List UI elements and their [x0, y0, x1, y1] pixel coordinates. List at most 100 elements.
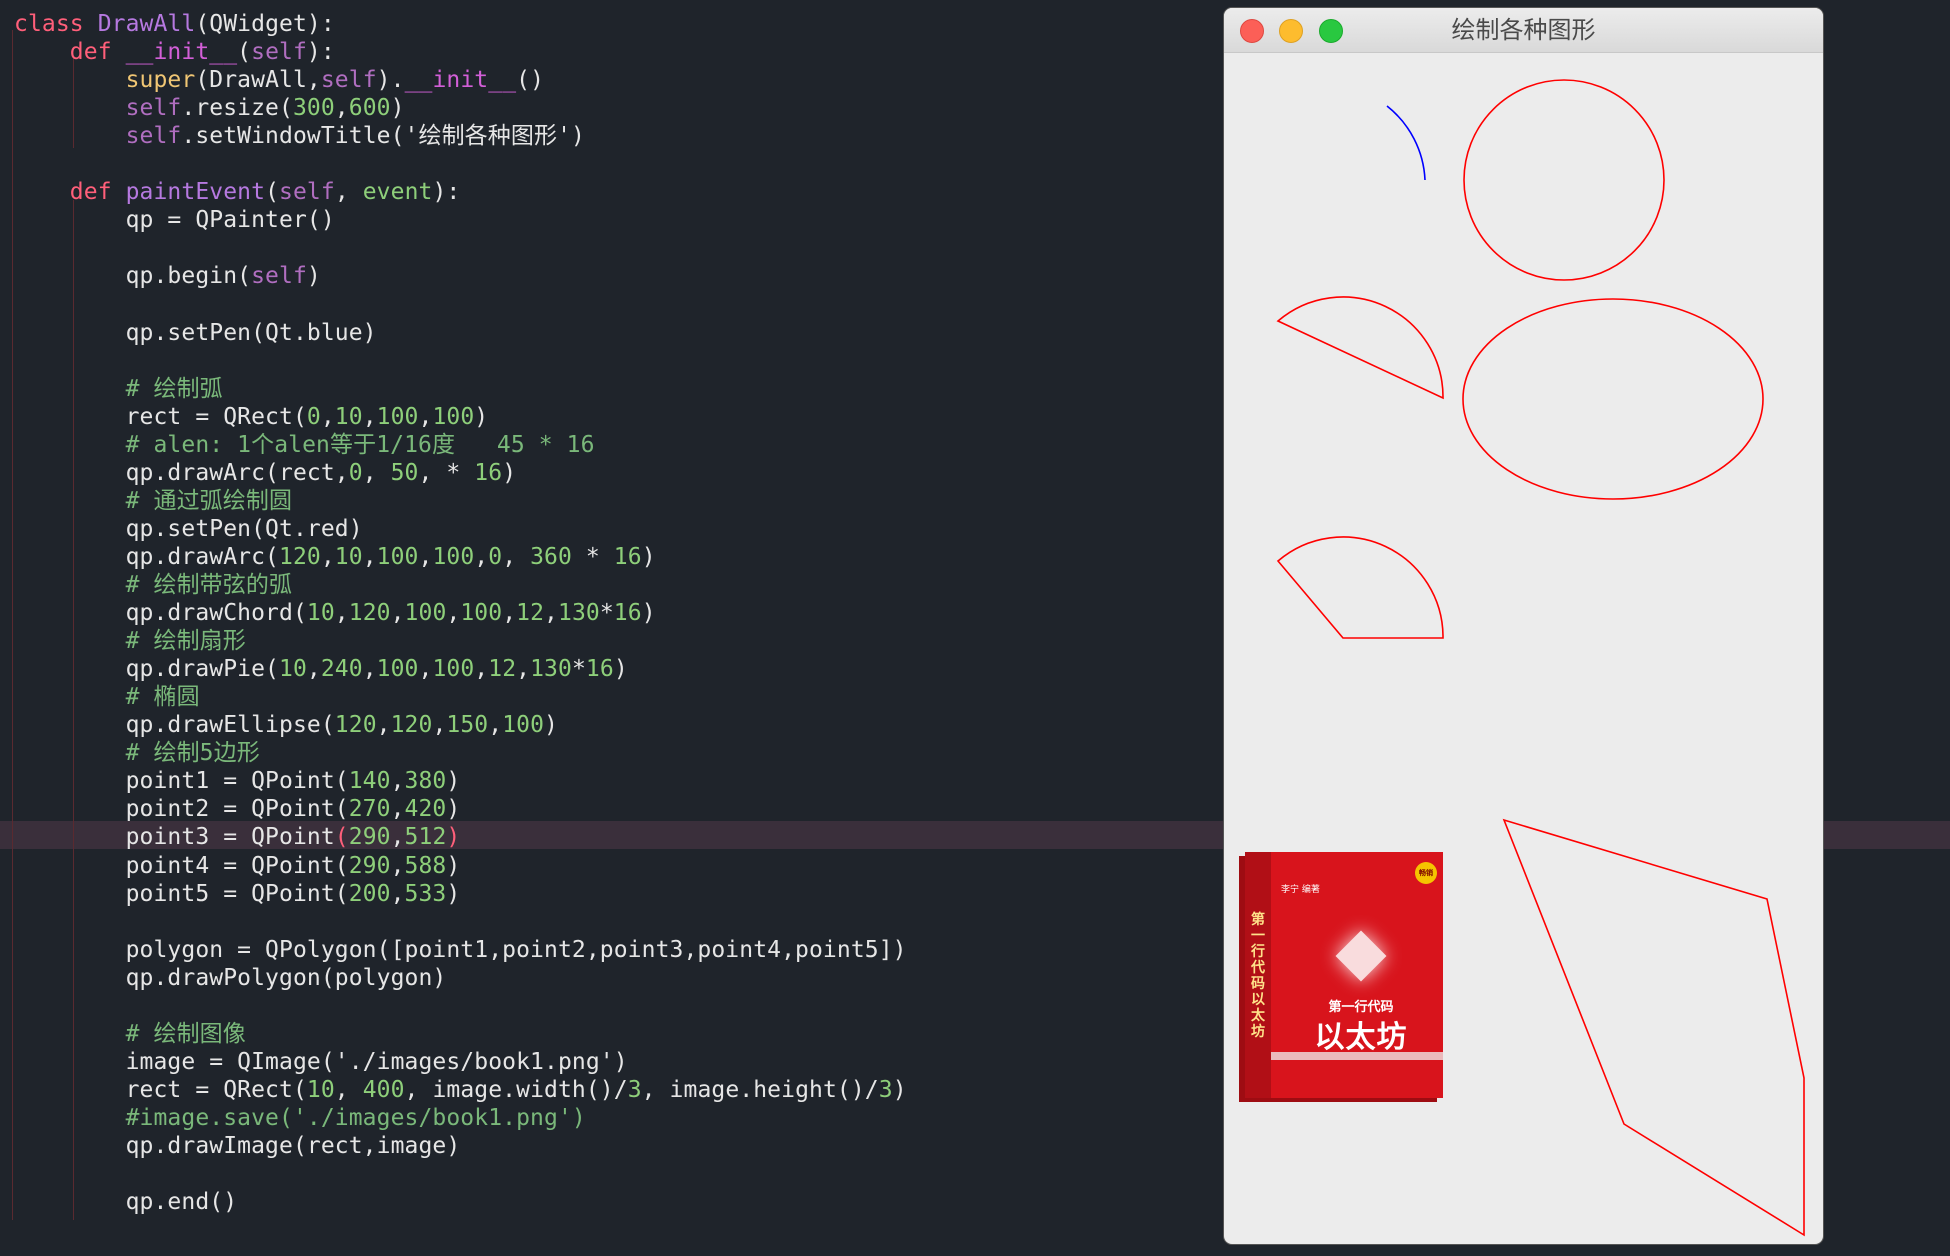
code-line[interactable]: point1 = QPoint(140,380): [14, 767, 461, 795]
code-line[interactable]: # 绘制图像: [14, 1020, 246, 1048]
code-token: ,: [334, 95, 349, 122]
code-token: qp.setPen(Qt.red): [14, 515, 363, 542]
code-line[interactable]: # 绘制弧: [14, 375, 223, 403]
code-token: ,: [502, 600, 517, 627]
code-line[interactable]: qp.end(): [14, 1188, 237, 1216]
code-token: ,: [390, 600, 405, 627]
code-token: self: [251, 39, 307, 66]
code-token: 200: [348, 880, 391, 907]
code-token: __init__: [404, 67, 517, 94]
code-line[interactable]: image = QImage('./images/book1.png'): [14, 1048, 628, 1076]
code-line[interactable]: qp.setPen(Qt.blue): [14, 319, 377, 347]
code-line[interactable]: self.resize(300,600): [14, 94, 405, 122]
code-token: ,: [390, 852, 405, 879]
code-token: # 绘制扇形: [125, 628, 246, 655]
code-token: ,: [334, 600, 349, 627]
code-token: ,: [362, 403, 377, 430]
code-token: ,: [362, 543, 377, 570]
code-line[interactable]: point4 = QPoint(290,588): [14, 852, 461, 880]
code-token: 50: [390, 459, 419, 486]
blue-arc: [1386, 105, 1426, 181]
code-token: ):: [306, 39, 335, 66]
code-line[interactable]: qp.drawEllipse(120,120,150,100): [14, 711, 558, 739]
code-line[interactable]: qp.begin(self): [14, 262, 321, 290]
code-token: class: [14, 11, 84, 37]
code-token: ,: [488, 712, 503, 739]
code-token: (: [237, 39, 252, 66]
code-line[interactable]: def paintEvent(self, event):: [14, 178, 460, 206]
code-token: 0: [348, 459, 363, 486]
code-token: qp.drawArc(rect,: [14, 459, 349, 486]
code-token: ): [306, 263, 321, 290]
window-titlebar[interactable]: 绘制各种图形: [1224, 8, 1823, 53]
code-token: , image.width()/: [404, 1076, 628, 1103]
code-line[interactable]: # 绘制5边形: [14, 739, 260, 767]
code-line[interactable]: # 绘制扇形: [14, 627, 246, 655]
code-line[interactable]: qp.drawImage(rect,image): [14, 1132, 461, 1160]
code-token: paintEvent: [125, 179, 266, 206]
code-line[interactable]: qp.drawPie(10,240,100,100,12,130*16): [14, 655, 628, 683]
code-token: # 绘制弧: [125, 375, 223, 402]
code-token: polygon = QPolygon([point1,point2,point3…: [14, 936, 907, 963]
code-token: ,: [362, 656, 377, 683]
code-line[interactable]: point2 = QPoint(270,420): [14, 795, 461, 823]
code-token: def: [69, 179, 112, 206]
code-token: qp.drawImage(rect,image): [14, 1133, 461, 1159]
code-line[interactable]: # 绘制带弦的弧: [14, 571, 292, 599]
code-token: 16: [474, 459, 503, 486]
code-line[interactable]: qp.drawArc(rect,0, 50, * 16): [14, 459, 516, 487]
code-token: # 椭圆: [125, 684, 200, 711]
code-line[interactable]: point3 = QPoint(290,512): [14, 823, 461, 851]
code-token: qp.drawPolygon(polygon): [14, 964, 447, 991]
code-line[interactable]: # 椭圆: [14, 683, 200, 711]
code-token: 120: [334, 712, 377, 739]
code-token: # 通过弧绘制圆: [125, 487, 293, 514]
code-line[interactable]: polygon = QPolygon([point1,point2,point3…: [14, 936, 907, 964]
code-token: qp.drawEllipse(: [14, 712, 335, 739]
code-token: self: [125, 95, 182, 122]
code-token: 240: [320, 656, 363, 683]
red-pentagon: [1502, 818, 1805, 1237]
ethereum-diamond-icon: [1335, 930, 1387, 982]
code-token: ,: [362, 459, 391, 486]
code-token: ): [641, 543, 656, 570]
code-line[interactable]: # alen: 1个alen等于1/16度 45 * 16: [14, 431, 595, 459]
code-line[interactable]: qp = QPainter(): [14, 206, 335, 234]
code-line[interactable]: rect = QRect(0,10,100,100): [14, 403, 489, 431]
code-line[interactable]: qp.drawPolygon(polygon): [14, 964, 447, 992]
book-badge: 畅销: [1415, 862, 1437, 884]
code-token: point4 = QPoint(: [14, 852, 349, 879]
code-token: DrawAll: [97, 11, 196, 37]
code-line[interactable]: super(DrawAll,self).__init__(): [14, 66, 544, 94]
code-line[interactable]: qp.setPen(Qt.red): [14, 515, 363, 543]
code-line[interactable]: self.setWindowTitle('绘制各种图形'): [14, 122, 585, 150]
code-line[interactable]: point5 = QPoint(200,533): [14, 880, 461, 908]
qt-window[interactable]: 绘制各种图形 第一行代码以太坊 李宁 编著 畅销 第一行代码 以太坊: [1224, 8, 1823, 1244]
code-token: self: [320, 67, 377, 94]
code-line[interactable]: #image.save('./images/book1.png'): [14, 1104, 586, 1132]
code-line[interactable]: rect = QRect(10, 400, image.width()/3, i…: [14, 1076, 907, 1104]
code-line[interactable]: class DrawAll(QWidget):: [14, 10, 335, 38]
code-line[interactable]: qp.drawArc(120,10,100,100,0, 360 * 16): [14, 543, 656, 571]
book-spine-text: 第一行代码以太坊: [1251, 912, 1265, 1040]
code-token: 0: [306, 403, 321, 430]
red-ellipse: [1462, 298, 1764, 500]
code-token: 290: [348, 852, 391, 879]
code-token: (: [265, 179, 280, 206]
code-token: ,: [390, 768, 405, 795]
code-token: ,: [306, 656, 321, 683]
code-token: ,: [446, 600, 461, 627]
code-token: ,: [390, 880, 405, 907]
code-line[interactable]: def __init__(self):: [14, 38, 335, 66]
code-token: 0: [488, 543, 503, 570]
code-token: point1 = QPoint(: [14, 768, 349, 795]
code-token: (DrawAll,: [195, 67, 321, 94]
code-token: ,: [418, 543, 433, 570]
code-token: 290: [348, 824, 391, 851]
code-token: ,: [418, 656, 433, 683]
code-line[interactable]: qp.drawChord(10,120,100,100,12,130*16): [14, 599, 656, 627]
code-line[interactable]: # 通过弧绘制圆: [14, 487, 292, 515]
